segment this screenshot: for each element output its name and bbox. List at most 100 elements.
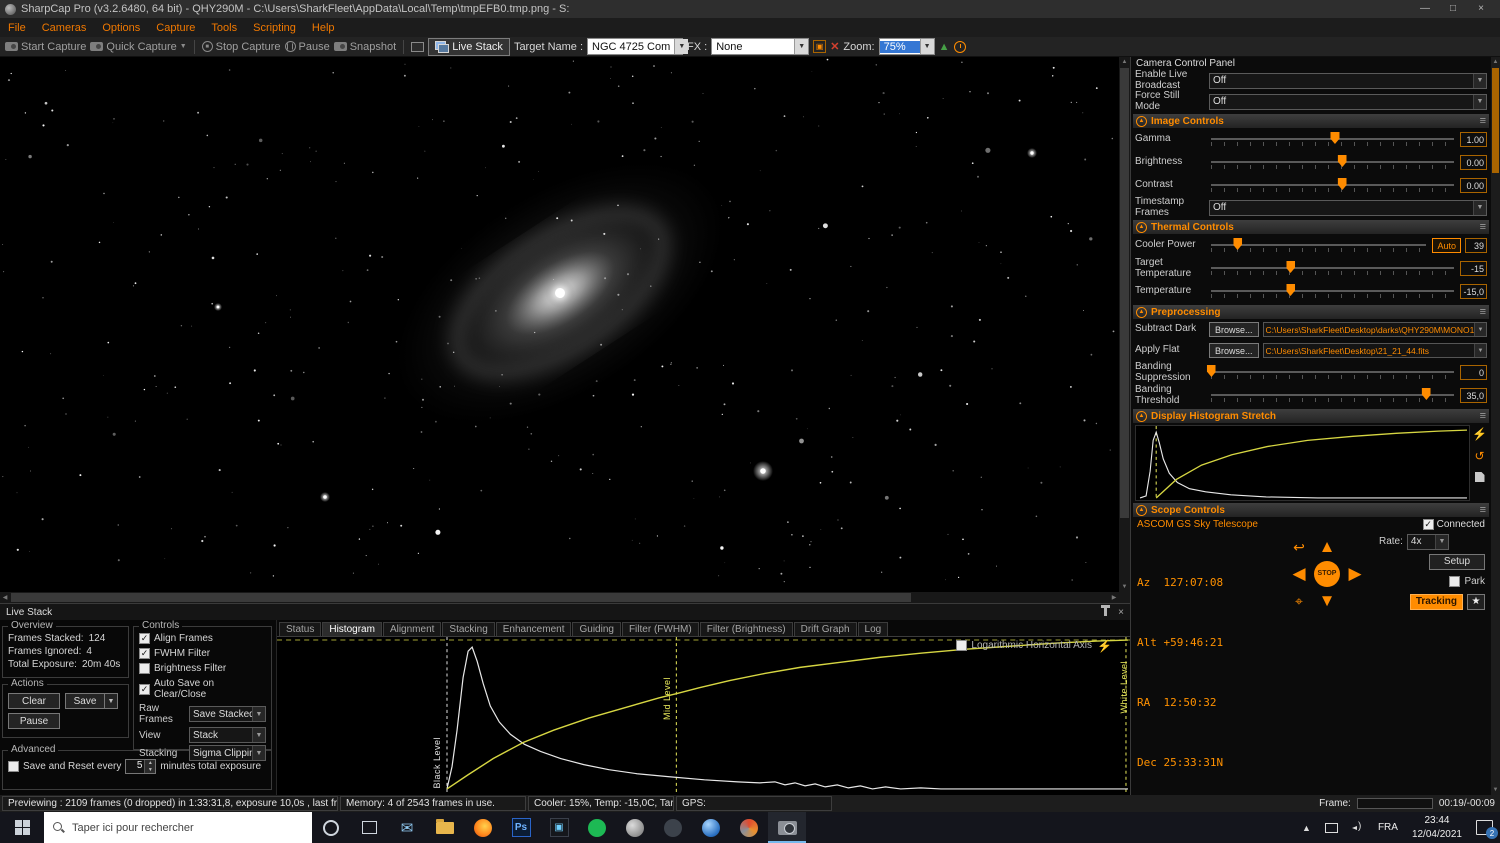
horizontal-scrollbar[interactable]: ◀ ▶ [0,592,1119,603]
flip-icon[interactable]: ↩ [1293,540,1305,554]
goto-target-icon[interactable]: ⌖ [1295,594,1303,608]
stretch-histogram[interactable] [1135,425,1470,501]
view-select[interactable]: Stack ▼ [189,727,266,743]
scroll-up-icon[interactable]: ▲ [1120,57,1130,67]
menu-cameras[interactable]: Cameras [34,21,95,35]
save-reset-checkbox[interactable] [8,761,19,772]
start-button[interactable] [0,812,44,843]
target-temperature-value[interactable]: -15 [1460,261,1487,276]
align-frames-checkbox[interactable] [139,633,150,644]
volume-tray-button[interactable] [1345,812,1371,843]
save-stretch-icon[interactable] [1474,472,1485,482]
live-stack-button[interactable]: Live Stack [428,37,510,56]
preview-monitor-icon[interactable] [411,41,425,52]
scroll-thumb[interactable] [1120,68,1129,518]
slew-right-button[interactable]: ▶ [1348,565,1361,582]
brightness-slider[interactable] [1209,155,1456,170]
firefox-app-button[interactable] [464,812,502,843]
log-axis-option[interactable]: Logarithmic Horizontal Axis [956,640,1092,651]
scroll-up-icon[interactable]: ▲ [1491,57,1500,67]
timestamp-frames-select[interactable]: Off ▼ [1209,199,1487,216]
scroll-down-icon[interactable]: ▼ [1120,582,1130,592]
log-axis-checkbox[interactable] [956,640,968,651]
tab-filter-fwhm[interactable]: Filter (FWHM) [621,622,699,636]
dark-app-button[interactable]: ▣ [540,812,578,843]
save-button[interactable]: Save [65,693,105,709]
tab-log[interactable]: Log [857,622,889,636]
zoom-fit-icon[interactable]: ▲ [939,41,950,53]
scroll-thumb[interactable] [1492,68,1499,173]
auto-stretch-icon[interactable]: ⚡ [1472,428,1487,440]
menu-file[interactable]: File [0,21,34,35]
collapse-icon[interactable]: ▲ [1136,221,1147,233]
taskbar-search-input[interactable]: Taper ici pour rechercher [44,812,312,843]
menu-tools[interactable]: Tools [203,21,245,35]
brightness-value[interactable]: 0.00 [1460,155,1487,170]
menu-help[interactable]: Help [304,21,343,35]
quick-capture-button[interactable]: Quick Capture ▼ [90,41,187,53]
temperature-slider[interactable] [1209,284,1456,299]
hamburger-icon[interactable]: ≡ [1480,504,1486,516]
photoshop-app-button[interactable]: Ps [502,812,540,843]
scroll-right-icon[interactable]: ▶ [1109,593,1119,603]
pin-icon[interactable] [1101,605,1111,616]
star-icon[interactable]: ★ [1467,593,1485,610]
clear-button[interactable]: Clear [8,693,60,709]
collapse-icon[interactable]: ▲ [1136,504,1147,516]
tab-guiding[interactable]: Guiding [572,622,621,636]
banding-threshold-slider[interactable] [1209,388,1456,403]
explorer-app-button[interactable] [426,812,464,843]
red-x-icon[interactable]: ✕ [830,40,839,53]
panel-scrollbar[interactable]: ▲ ▼ [1491,57,1500,795]
scope-controls-header[interactable]: ▲ Scope Controls ≡ [1133,503,1489,517]
tab-alignment[interactable]: Alignment [382,622,442,636]
collapse-icon[interactable]: ▲ [1136,410,1147,422]
slew-up-button[interactable]: ▲ [1319,538,1336,555]
rate-select[interactable]: 4x ▼ [1406,533,1449,550]
snapshot-button[interactable]: Snapshot [333,41,396,53]
scroll-down-icon[interactable]: ▼ [1491,785,1500,795]
minimize-button[interactable]: — [1411,0,1439,18]
pause-stack-button[interactable]: Pause [8,713,60,729]
hamburger-icon[interactable]: ≡ [1480,410,1486,422]
cooler-auto-button[interactable]: Auto [1432,238,1461,253]
contrast-value[interactable]: 0.00 [1460,178,1487,193]
tab-enhancement[interactable]: Enhancement [495,622,572,636]
language-button[interactable]: FRA [1371,812,1405,843]
cortana-button[interactable] [312,812,350,843]
hamburger-icon[interactable]: ≡ [1480,306,1486,318]
scope-connected-checkbox[interactable] [1422,519,1434,530]
stop-capture-button[interactable]: ■ Stop Capture [201,41,281,53]
image-controls-header[interactable]: ▲ Image Controls ≡ [1133,114,1489,128]
cooler-power-slider[interactable] [1209,238,1428,253]
collapse-icon[interactable]: ▲ [1136,306,1147,318]
menu-options[interactable]: Options [94,21,148,35]
cooler-power-value[interactable]: 39 [1465,238,1487,253]
histogram-stretch-header[interactable]: ▲ Display Histogram Stretch ≡ [1133,409,1489,423]
fwhm-filter-checkbox[interactable] [139,648,150,659]
auto-save-checkbox[interactable] [139,683,150,695]
scroll-thumb[interactable] [11,593,911,602]
fx-select[interactable]: None ▼ [711,38,810,55]
orange-frame-icon[interactable]: ▣ [813,40,827,53]
tab-stacking[interactable]: Stacking [442,622,495,636]
apply-flat-browse-button[interactable]: Browse... [1209,343,1259,358]
display-tray-button[interactable] [1318,812,1345,843]
reset-stretch-icon[interactable]: ↺ [1474,449,1484,463]
save-dropdown-icon[interactable]: ▼ [105,693,118,709]
tab-histogram[interactable]: Histogram [322,622,382,636]
spotify-app-button[interactable] [578,812,616,843]
hamburger-icon[interactable]: ≡ [1480,221,1486,233]
tracking-button[interactable]: Tracking [1409,593,1463,610]
scroll-left-icon[interactable]: ◀ [0,593,10,603]
vertical-scrollbar[interactable]: ▲ ▼ [1119,57,1130,592]
thermal-controls-header[interactable]: ▲ Thermal Controls ≡ [1133,220,1489,234]
clock-icon[interactable] [953,40,966,53]
image-viewport[interactable]: ▲ ▼ ◀ ▶ [0,57,1130,603]
slew-stop-button[interactable]: STOP [1314,560,1340,587]
tab-drift-graph[interactable]: Drift Graph [793,622,857,636]
menu-capture[interactable]: Capture [148,21,203,35]
sharpcap-app-button[interactable] [768,812,806,843]
stacking-select[interactable]: Sigma Clipping ▼ [189,745,266,761]
mail-app-button[interactable]: ✉ [388,812,426,843]
